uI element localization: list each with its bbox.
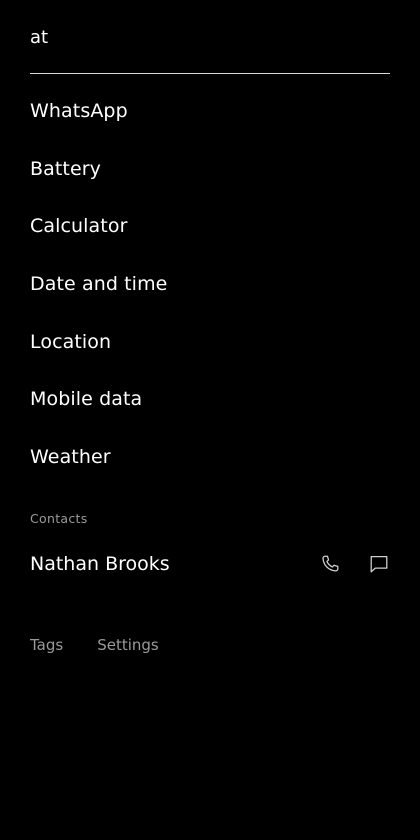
result-whatsapp[interactable]: WhatsApp xyxy=(30,82,390,140)
search-input[interactable] xyxy=(30,22,390,52)
tags-link[interactable]: Tags xyxy=(30,636,63,654)
result-calculator[interactable]: Calculator xyxy=(30,197,390,255)
contacts-section-label: Contacts xyxy=(30,511,88,526)
result-date-and-time[interactable]: Date and time xyxy=(30,255,390,313)
result-battery[interactable]: Battery xyxy=(30,140,390,198)
result-mobile-data[interactable]: Mobile data xyxy=(30,370,390,428)
contact-row[interactable]: Nathan Brooks xyxy=(30,540,392,588)
contact-name[interactable]: Nathan Brooks xyxy=(30,553,294,575)
search-bar xyxy=(30,18,390,74)
result-location[interactable]: Location xyxy=(30,313,390,371)
result-weather[interactable]: Weather xyxy=(30,428,390,486)
footer-links: Tags Settings xyxy=(30,636,193,654)
settings-link[interactable]: Settings xyxy=(97,636,159,654)
search-results: WhatsApp Battery Calculator Date and tim… xyxy=(30,82,390,486)
phone-icon[interactable] xyxy=(317,551,343,577)
message-icon[interactable] xyxy=(366,551,392,577)
